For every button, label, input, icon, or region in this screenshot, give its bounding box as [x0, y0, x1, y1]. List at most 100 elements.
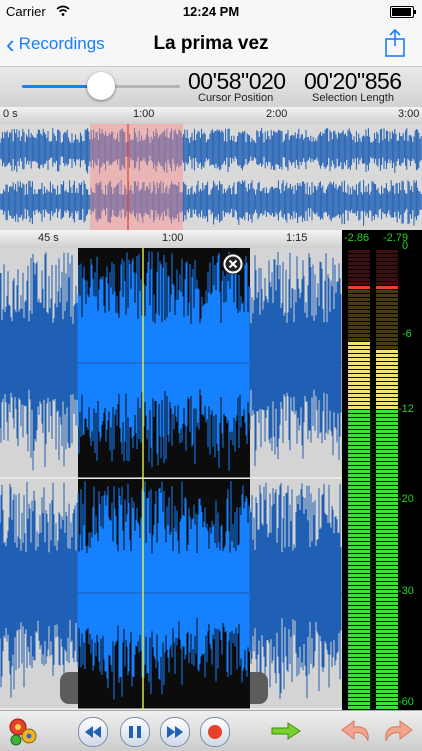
- meter-segment: [348, 558, 370, 561]
- meter-segment: [376, 350, 398, 353]
- meter-segment: [348, 314, 370, 317]
- meter-segment: [376, 386, 398, 389]
- meter-segment: [348, 338, 370, 341]
- overview-tick: 3:00: [398, 108, 420, 120]
- meter-segment: [348, 574, 370, 577]
- meter-segment: [376, 402, 398, 405]
- meter-segment: [376, 494, 398, 497]
- forward-button[interactable]: [160, 717, 190, 747]
- share-icon[interactable]: [384, 28, 406, 58]
- meter-segment: [376, 378, 398, 381]
- meter-segment: [376, 586, 398, 589]
- meter-segment: [348, 602, 370, 605]
- meter-segment: [348, 506, 370, 509]
- main-waveform[interactable]: [0, 248, 342, 710]
- overview-waveform[interactable]: [0, 124, 422, 230]
- pause-button[interactable]: [120, 717, 150, 747]
- meter-segment: [348, 422, 370, 425]
- meter-segment: [376, 330, 398, 333]
- meter-segment: [348, 438, 370, 441]
- meter-segment: [348, 290, 370, 293]
- meter-segment: [376, 250, 398, 253]
- meter-segment: [376, 562, 398, 565]
- undo-icon[interactable]: [340, 717, 374, 747]
- meter-segment: [348, 502, 370, 505]
- meter-segment: [348, 402, 370, 405]
- meter-segment: [376, 638, 398, 641]
- meter-segment: [376, 338, 398, 341]
- meter-segment: [348, 258, 370, 261]
- meter-segment: [376, 270, 398, 273]
- meter-segment: [348, 350, 370, 353]
- meter-segment: [348, 334, 370, 337]
- meter-segment: [376, 550, 398, 553]
- meter-segment: [376, 450, 398, 453]
- rewind-icon: [85, 726, 101, 738]
- meter-segment: [376, 642, 398, 645]
- record-button[interactable]: [200, 717, 230, 747]
- meter-segment: [376, 530, 398, 533]
- meter-segment: [348, 650, 370, 653]
- meter-segment: [348, 294, 370, 297]
- main-tick: 1:15: [286, 232, 308, 244]
- selection-start-handle[interactable]: [60, 672, 78, 704]
- position-slider[interactable]: [22, 72, 180, 100]
- meter-segment: [348, 698, 370, 701]
- meter-segment: [376, 262, 398, 265]
- meter-segment: [376, 670, 398, 673]
- meter-segment: [348, 706, 370, 709]
- export-arrow-icon[interactable]: [270, 721, 302, 741]
- bottom-toolbar: [0, 710, 422, 751]
- meter-segment: [348, 446, 370, 449]
- meter-segment: [376, 418, 398, 421]
- meter-segment: [348, 274, 370, 277]
- meter-segment: [376, 698, 398, 701]
- meter-segment: [376, 410, 398, 413]
- meter-segment: [376, 626, 398, 629]
- rewind-button[interactable]: [78, 717, 108, 747]
- close-selection-icon[interactable]: [221, 252, 245, 276]
- meter-segment: [348, 598, 370, 601]
- meter-segment: [348, 578, 370, 581]
- meter-segment: [376, 682, 398, 685]
- meter-segment: [348, 518, 370, 521]
- forward-icon: [167, 726, 183, 738]
- page-title: La prima vez: [153, 33, 269, 54]
- meter-segment: [348, 470, 370, 473]
- slider-thumb[interactable]: [87, 72, 115, 100]
- meter-segment: [348, 366, 370, 369]
- meter-segment: [348, 622, 370, 625]
- selection-end-handle[interactable]: [250, 672, 268, 704]
- meter-segment: [348, 570, 370, 573]
- redo-icon[interactable]: [380, 717, 414, 747]
- main-tick: 45 s: [38, 232, 59, 244]
- level-meter: 0 -6 -12 -20 -30 -60: [342, 240, 422, 710]
- pause-icon: [129, 726, 141, 738]
- meter-scale-label: -30: [398, 585, 414, 597]
- meter-segment: [376, 702, 398, 705]
- meter-segment: [348, 434, 370, 437]
- meter-segment: [348, 410, 370, 413]
- meter-segment: [376, 414, 398, 417]
- main-ruler: 45 s 1:00 1:15: [0, 230, 342, 249]
- meter-segment: [348, 614, 370, 617]
- meter-segment: [348, 582, 370, 585]
- meter-segment: [376, 518, 398, 521]
- meter-segment: [348, 590, 370, 593]
- meter-segment: [348, 358, 370, 361]
- settings-icon[interactable]: [6, 715, 40, 747]
- meter-segment: [348, 418, 370, 421]
- meter-segment: [348, 394, 370, 397]
- meter-segment: [376, 590, 398, 593]
- meter-segment: [376, 558, 398, 561]
- meter-segment: [376, 382, 398, 385]
- meter-segment: [376, 374, 398, 377]
- meter-segment: [376, 490, 398, 493]
- meter-segment: [376, 310, 398, 313]
- meter-segment: [348, 282, 370, 285]
- meter-segment: [348, 594, 370, 597]
- meter-segment: [348, 302, 370, 305]
- meter-segment: [348, 542, 370, 545]
- meter-segment: [348, 674, 370, 677]
- meter-segment: [348, 498, 370, 501]
